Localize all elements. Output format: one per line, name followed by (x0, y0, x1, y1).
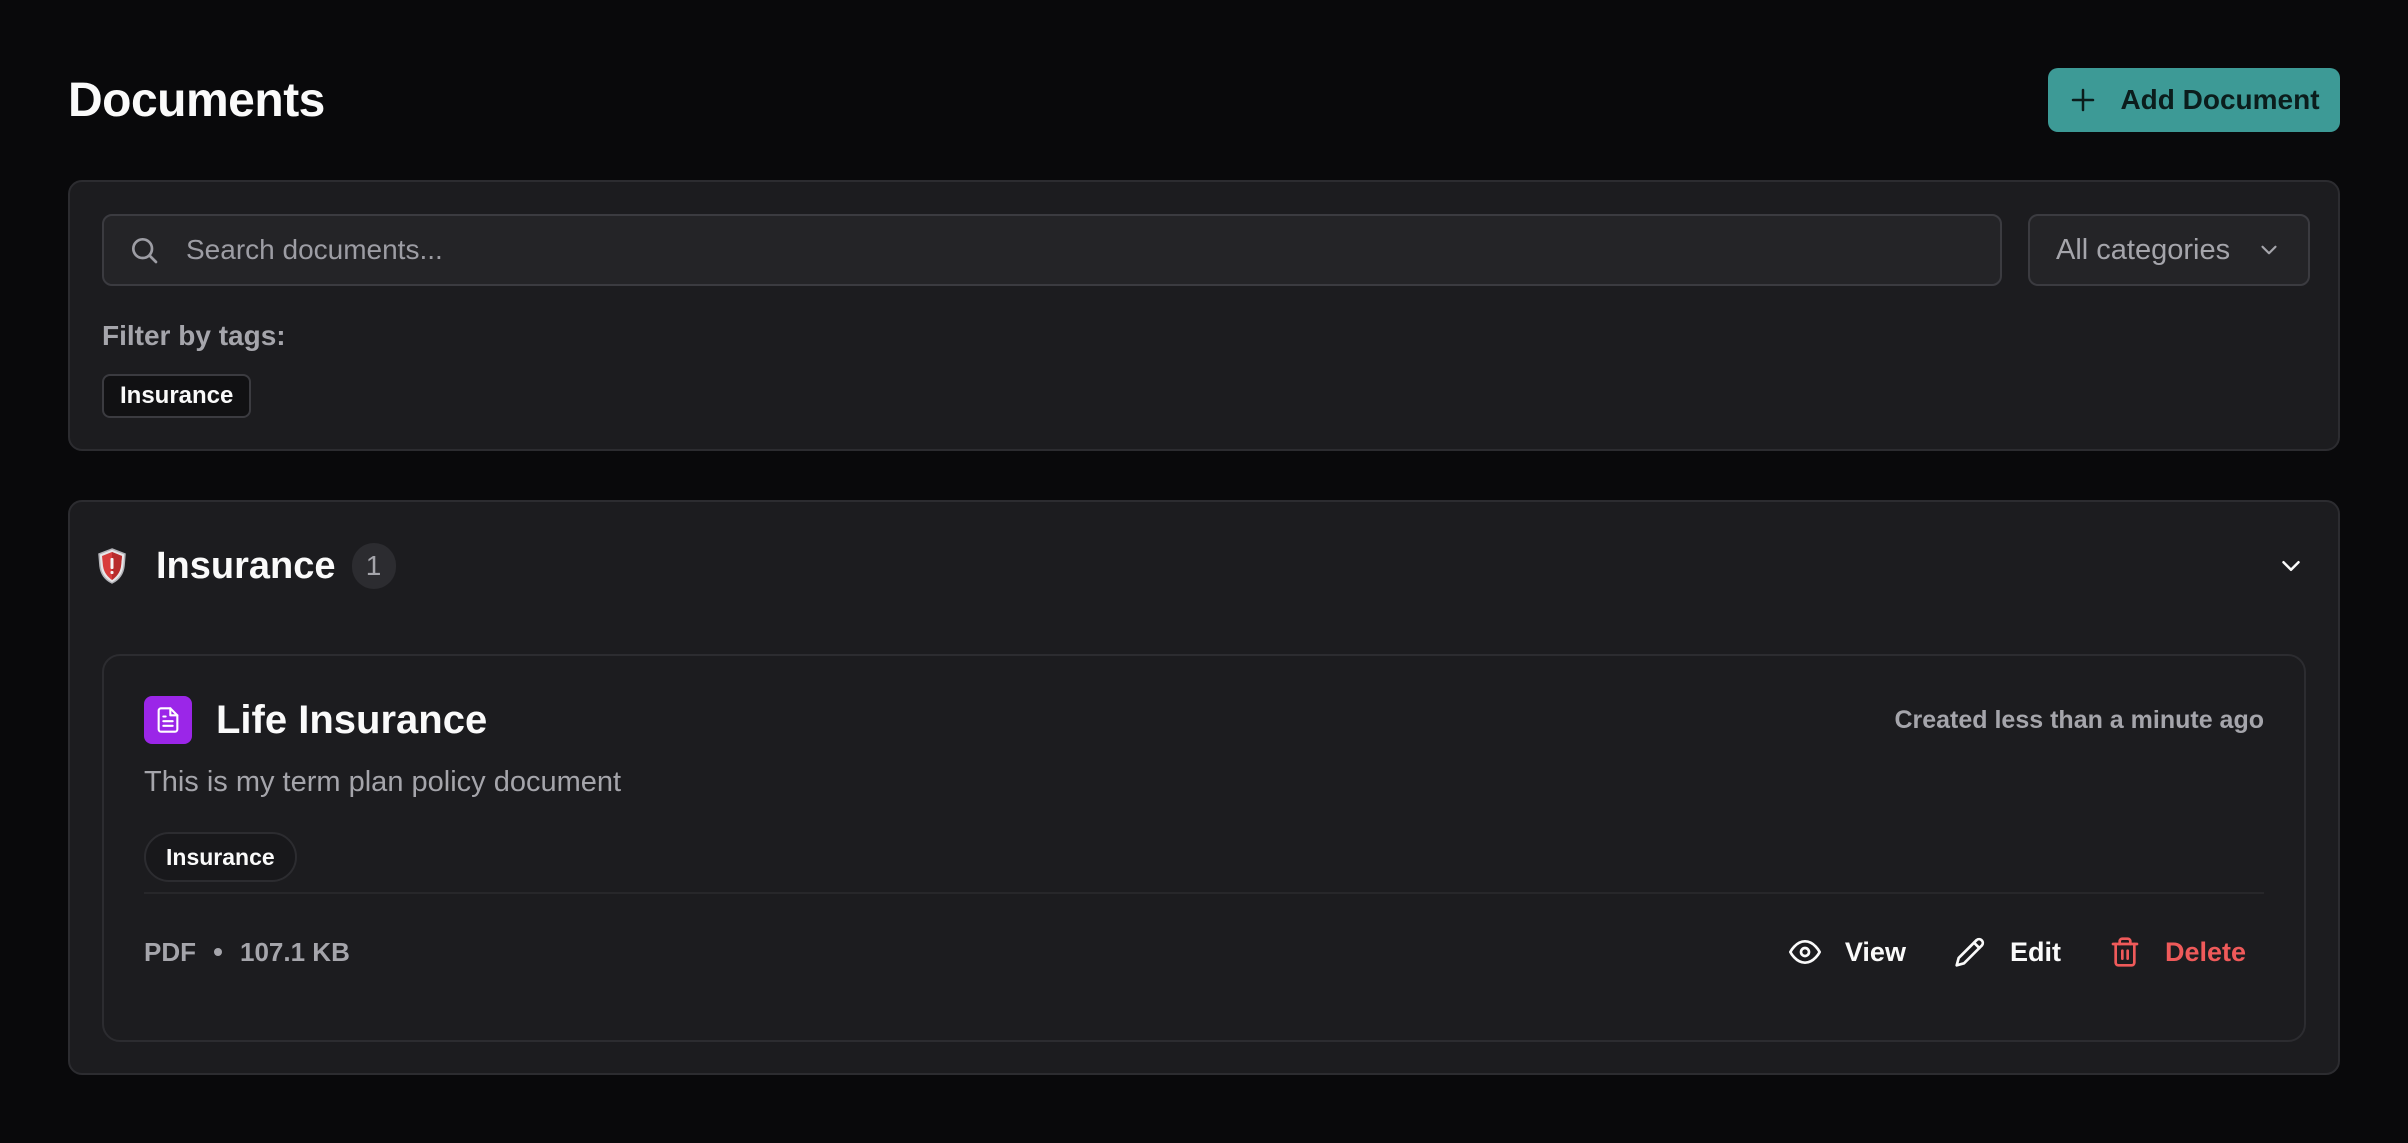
documents-page: Documents Add Document All categories Fi… (0, 0, 2408, 1143)
group-title: Insurance (156, 544, 336, 587)
view-button[interactable]: View (1771, 928, 1924, 976)
pencil-icon (1955, 937, 1985, 967)
view-label: View (1844, 936, 1906, 967)
edit-label: Edit (2009, 936, 2061, 967)
file-size: 107.1 KB (240, 936, 350, 967)
file-text-icon (144, 696, 192, 744)
search-input[interactable] (184, 233, 2000, 267)
filter-panel: All categories Filter by tags: Insurance (68, 180, 2340, 451)
shield-icon (98, 548, 126, 584)
document-description: This is my term plan policy document (144, 766, 622, 798)
chevron-down-icon (2261, 245, 2277, 255)
category-select[interactable]: All categories (2028, 214, 2310, 286)
tag-filter-insurance[interactable]: Insurance (102, 374, 252, 418)
divider (144, 892, 2264, 894)
group-header[interactable]: Insurance 1 (96, 536, 2312, 596)
plus-icon (2072, 88, 2095, 112)
search-box (102, 214, 2002, 286)
separator-dot (214, 948, 222, 956)
document-tag: Insurance (144, 832, 297, 882)
document-group-insurance: Insurance 1 Life Insurance Created less … (68, 500, 2340, 1075)
document-card: Life Insurance Created less than a minut… (102, 654, 2306, 1042)
delete-label: Delete (2164, 936, 2246, 967)
document-meta: PDF 107.1 KB (144, 928, 350, 976)
search-icon (132, 238, 158, 264)
page-header: Documents Add Document (68, 68, 2340, 132)
delete-button[interactable]: Delete (2091, 928, 2264, 976)
edit-button[interactable]: Edit (1936, 928, 2079, 976)
add-document-button[interactable]: Add Document (2048, 68, 2340, 132)
document-created-time: Created less than a minute ago (1894, 706, 2264, 734)
category-select-value: All categories (2056, 233, 2231, 266)
document-actions: View Edit Delete (1759, 928, 2264, 976)
add-document-label: Add Document (2120, 84, 2320, 115)
group-count-badge: 1 (351, 543, 396, 589)
file-type: PDF (144, 936, 196, 967)
document-title: Life Insurance (216, 698, 488, 742)
trash-icon (2111, 937, 2139, 967)
chevron-down-icon[interactable] (2276, 551, 2306, 581)
page-title: Documents (68, 73, 325, 127)
filter-tags-label: Filter by tags: (102, 320, 286, 351)
eye-icon (1788, 940, 1821, 964)
